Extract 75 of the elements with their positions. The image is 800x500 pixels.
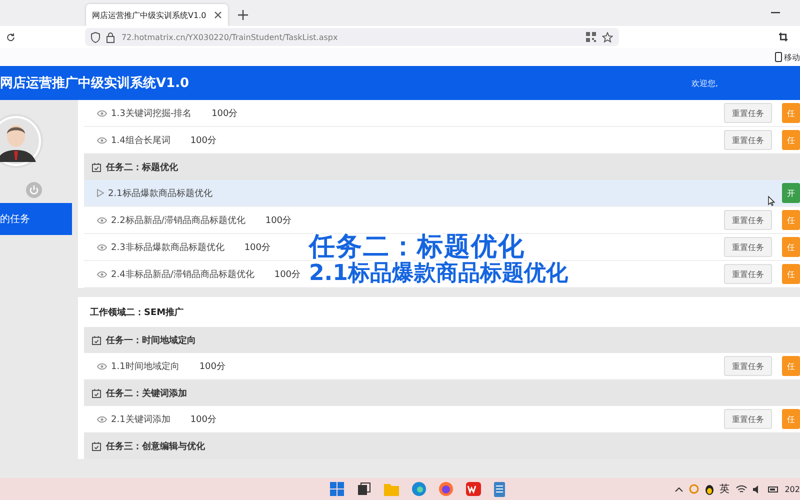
bookmark-item[interactable]: 移动	[775, 52, 800, 62]
app-title: 网店运营推广中级实训系统V1.0	[0, 74, 190, 92]
crop-icon[interactable]	[779, 32, 788, 42]
eye-icon	[97, 216, 107, 224]
task-row[interactable]: 2.1标品爆款商品标题优化 开	[84, 180, 800, 207]
star-icon[interactable]	[602, 32, 614, 42]
chevron-up-icon[interactable]	[674, 486, 683, 492]
task-name: 1.3关键词挖掘-排名	[111, 108, 192, 120]
calendar-check-icon	[92, 388, 101, 398]
task-name: 2.2标品新品/滞销品商品标题优化	[111, 214, 246, 226]
eye-icon	[97, 244, 107, 250]
browser-icon[interactable]	[412, 482, 426, 496]
task-name: 1.1时间地域定向	[111, 360, 180, 372]
wps-icon[interactable]	[466, 482, 481, 496]
task-score: 100分	[265, 214, 292, 226]
caption-line: 任务二：标题优化	[309, 234, 525, 262]
cursor-icon	[768, 196, 775, 206]
task-score: 100分	[274, 268, 301, 280]
task-score: 100分	[244, 242, 271, 254]
task-score: 100分	[199, 360, 226, 372]
reset-task-button[interactable]: 重置任务	[724, 264, 772, 284]
browser-tab[interactable]: 网店运营推广中级实训系统V1.0	[86, 4, 228, 26]
clock-text[interactable]: 202	[784, 484, 800, 494]
task-row[interactable]: 2.2标品新品/滞销品商品标题优化 100分 重置任务 任	[84, 207, 800, 234]
task-group-title: 任务二：标题优化	[106, 162, 178, 174]
eye-icon	[97, 270, 107, 278]
caption-line: 2.1标品爆款商品标题优化	[309, 262, 568, 286]
lock-icon	[106, 32, 116, 42]
battery-icon[interactable]	[768, 484, 779, 494]
eye-icon	[97, 362, 107, 370]
input-language[interactable]: 英	[720, 482, 730, 496]
task-row[interactable]: 2.4非标品新品/滞销品商品标题优化 100分 2.1标品爆款商品标题优化 重置任务 任	[84, 261, 800, 288]
eye-icon	[97, 136, 107, 144]
task-name: 2.3非标品爆款商品标题优化	[111, 242, 224, 254]
task-name: 1.4组合长尾词	[111, 134, 170, 146]
menu-item[interactable]: 的任务	[0, 203, 72, 235]
reset-task-button[interactable]: 重置任务	[724, 356, 772, 376]
calendar-check-icon	[92, 162, 101, 172]
section-title: 工作领域二：SEM推广	[89, 306, 185, 320]
task-group-title: 任务一：时间地域定向	[106, 334, 196, 346]
address-bar[interactable]: 72.hotmatrix.cn/YX030220/TrainStudent/TaskList.aspx	[85, 28, 620, 46]
qr-code-icon[interactable]	[586, 32, 596, 42]
calendar-check-icon	[92, 336, 101, 344]
reset-task-button[interactable]: 重置任务	[724, 130, 772, 150]
new-tab-icon[interactable]	[238, 10, 248, 20]
wifi-icon[interactable]	[736, 484, 747, 494]
task-row[interactable]: 2.3非标品爆款商品标题优化 100分 任务二：标题优化 重置任务 任	[84, 234, 800, 261]
welcome-text: 欢迎您,	[691, 78, 718, 88]
reset-task-button[interactable]: 重置任务	[724, 237, 772, 257]
task-row[interactable]: 1.3关键词挖掘-排名 100分 重置任务 任	[84, 100, 800, 127]
task-name: 2.1标品爆款商品标题优化	[108, 188, 212, 200]
eye-icon	[97, 416, 107, 422]
eye-icon	[97, 110, 107, 116]
task-score: 100分	[190, 134, 217, 146]
close-icon[interactable]	[214, 11, 222, 19]
reset-task-button[interactable]: 重置任务	[724, 409, 772, 429]
calendar-check-icon	[92, 442, 101, 450]
play-icon	[97, 189, 104, 197]
url-text: 72.hotmatrix.cn/YX030220/TrainStudent/TaskList.aspx	[121, 32, 338, 42]
task-view-icon[interactable]	[356, 482, 371, 496]
windows-start-icon[interactable]	[330, 482, 344, 496]
tab-title: 网店运营推广中级实训系统V1.0	[92, 10, 206, 20]
reload-icon[interactable]	[6, 32, 16, 42]
task-group-title: 任务二：关键词添加	[106, 387, 187, 400]
shield-icon	[91, 32, 100, 42]
minimize-icon[interactable]	[771, 12, 780, 14]
task-name: 2.1关键词添加	[111, 414, 170, 426]
notepad-icon[interactable]	[494, 482, 505, 496]
task-name: 2.4非标品新品/滞销品商品标题优化	[111, 268, 254, 280]
task-score: 100分	[190, 414, 217, 426]
phone-icon	[775, 52, 782, 62]
reset-task-button[interactable]: 重置任务	[724, 103, 772, 123]
task-group-title: 任务三：创意编辑与优化	[106, 440, 205, 452]
reset-task-button[interactable]: 重置任务	[724, 210, 772, 230]
task-score: 100分	[212, 108, 238, 120]
